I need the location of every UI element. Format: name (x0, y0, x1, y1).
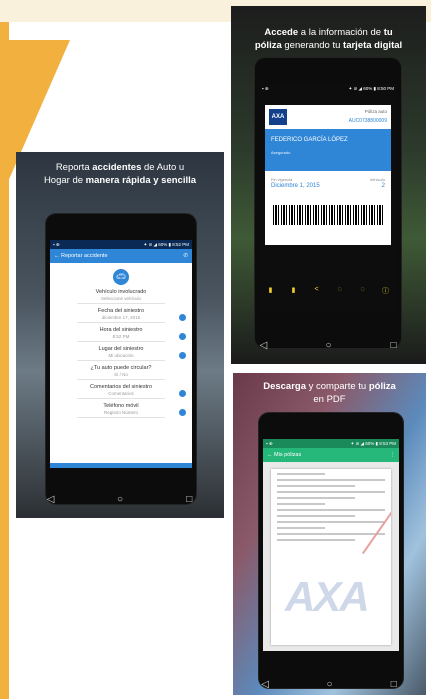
phone-screen: ▪ ⊕ ✦ ⊘ ◢ 60% ▮ 8:52 PM ← Reportar accid… (50, 240, 192, 468)
pdf-stamp-line (361, 503, 391, 555)
document-icon[interactable]: ▮ (289, 286, 299, 296)
android-nav-bar: ◁ ○ □ (16, 494, 224, 505)
info-icon[interactable]: ⓘ (381, 286, 391, 296)
report-accident-panel: Reporta accidentes de Auto u Hogar de ma… (16, 152, 224, 518)
user-icon[interactable]: ◌ (358, 286, 368, 296)
recents-icon[interactable]: □ (387, 679, 401, 690)
panel-heading: Reporta accidentes de Auto u Hogar de ma… (43, 162, 197, 186)
panel-heading: Descarga y comparte tu póliza en PDF (263, 381, 396, 405)
home-icon[interactable]: ○ (322, 679, 336, 690)
status-bar: ▪ ⊕ ✦ ⊘ ◢ 60% ▮ 8:52 PM (50, 240, 192, 249)
back-icon[interactable]: ◁ (44, 494, 58, 505)
phone-screen: ▪ ⊕ ✦ ⊘ ◢ 60% ▮ 8:50 PM AXA Póliza auto … (259, 84, 397, 312)
pdf-document[interactable]: AXA (271, 469, 391, 645)
card-details-section: Fin vigencia Diciembre 1, 2015 Vehículo … (265, 171, 391, 245)
android-nav-bar: ◁ ○ □ (231, 340, 426, 351)
card-icon[interactable]: ▮ (266, 286, 276, 296)
share-icon[interactable]: < (312, 286, 322, 296)
form-field[interactable]: Fecha del siniestro diciembre 17, 2015 (58, 308, 186, 323)
pdf-text-line (277, 527, 325, 529)
pdf-text-line (277, 539, 355, 541)
form-field[interactable]: Vehículo involucrado Seleccione vehículo (58, 289, 184, 304)
phone-screen: ▪ ⊕ ✦ ⊘ ◢ 60% ▮ 8:53 PM ← Mis pólizas ⋮ (263, 439, 399, 651)
phone-frame: ▪ ⊕ ✦ ⊘ ◢ 60% ▮ 8:53 PM ← Mis pólizas ⋮ (259, 413, 403, 688)
pdf-text-line (277, 479, 385, 481)
app-title[interactable]: ← Reportar accidente (54, 253, 108, 259)
panel-heading: Accede a la información de tu póliza gen… (254, 27, 403, 51)
pdf-text-line (277, 503, 325, 505)
recents-icon[interactable]: □ (182, 494, 196, 505)
app-title[interactable]: ← Mis pólizas (267, 452, 301, 458)
phone-icon[interactable]: ✆ (183, 253, 188, 259)
home-icon[interactable]: ○ (113, 494, 127, 505)
phone-frame: ▪ ⊕ ✦ ⊘ ◢ 60% ▮ 8:52 PM ← Reportar accid… (46, 214, 196, 504)
app-bar: ← Reportar accidente ✆ (50, 249, 192, 263)
back-icon[interactable]: ◁ (257, 340, 271, 351)
back-icon[interactable]: ◁ (258, 679, 272, 690)
card-toolbar: ▮ ▮ < ◌ ◌ ⓘ (259, 286, 397, 296)
form-field[interactable]: Teléfono móvil Registro Número (58, 403, 186, 418)
clock-icon[interactable] (179, 333, 186, 340)
axa-logo: AXA (269, 109, 287, 125)
pdf-text-line (277, 509, 385, 511)
location-icon[interactable] (179, 352, 186, 359)
form-field[interactable]: ¿Tu auto puede circular? Sí / No (58, 365, 184, 380)
phone-field-icon[interactable] (179, 409, 186, 416)
status-bar: ▪ ⊕ ✦ ⊘ ◢ 60% ▮ 8:50 PM (259, 84, 397, 93)
recents-icon[interactable]: □ (387, 340, 401, 351)
card-header: AXA Póliza auto AUC0738800009 (265, 105, 391, 129)
status-bar: ▪ ⊕ ✦ ⊘ ◢ 60% ▮ 8:53 PM (263, 439, 399, 448)
pdf-text-line (277, 515, 355, 517)
home-icon[interactable]: ○ (322, 340, 336, 351)
pdf-text-line (277, 491, 385, 493)
digital-card-panel: Accede a la información de tu póliza gen… (231, 6, 426, 364)
pdf-policy-panel: Descarga y comparte tu póliza en PDF ▪ ⊕… (233, 373, 426, 695)
calendar-icon[interactable] (179, 314, 186, 321)
pdf-text-line (277, 533, 385, 535)
form-field[interactable]: Hora del siniestro 8:52 PM (58, 327, 186, 342)
car-icon: 🚗︎ (113, 269, 129, 285)
pdf-watermark-logo: AXA (285, 573, 370, 620)
pdf-text-line (277, 497, 355, 499)
form-field[interactable]: Comentarios del siniestro Comentarios (58, 384, 186, 399)
submit-bar[interactable] (50, 463, 192, 468)
pdf-text-line (277, 521, 385, 523)
android-nav-bar: ◁ ○ □ (233, 679, 426, 690)
refresh-icon[interactable]: ◌ (335, 286, 345, 296)
card-holder-section: FEDERICO GARCÍA LÓPEZ Asegurado (265, 129, 391, 171)
edit-icon[interactable] (179, 390, 186, 397)
phone-frame: ▪ ⊕ ✦ ⊘ ◢ 60% ▮ 8:50 PM AXA Póliza auto … (255, 58, 401, 348)
more-icon[interactable]: ⋮ (390, 452, 396, 458)
pdf-text-line (277, 485, 355, 487)
pdf-text-line (277, 473, 325, 475)
app-bar: ← Mis pólizas ⋮ (263, 448, 399, 462)
report-form: 🚗︎ Vehículo involucrado Seleccione vehíc… (50, 263, 192, 422)
barcode (273, 205, 383, 225)
form-field[interactable]: Lugar del siniestro Mi ubicación (58, 346, 186, 361)
